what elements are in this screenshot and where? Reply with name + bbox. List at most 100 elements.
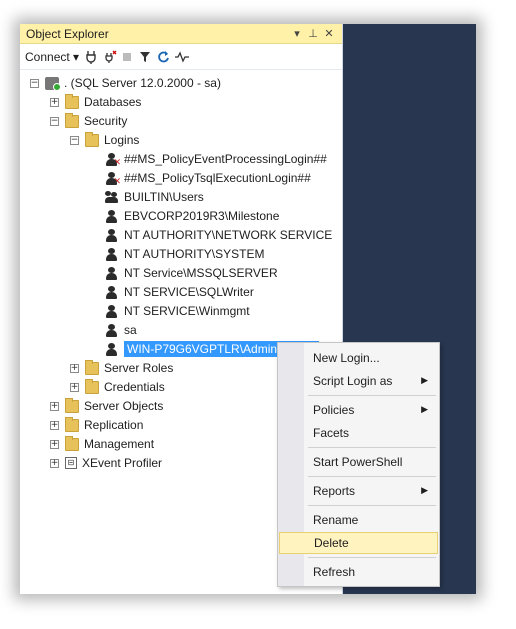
tree-node-replication[interactable]: + Replication <box>50 416 143 434</box>
user-icon <box>105 209 119 223</box>
login-label: NT AUTHORITY\SYSTEM <box>124 247 265 261</box>
expand-icon[interactable]: + <box>50 401 59 411</box>
dropdown-icon[interactable]: ▾ <box>290 27 304 40</box>
activity-icon[interactable] <box>175 50 190 64</box>
tree-node-credentials[interactable]: + Credentials <box>70 378 165 396</box>
collapse-icon[interactable]: − <box>30 78 39 88</box>
explorer-toolbar: Connect ▾ <box>20 44 342 70</box>
folder-icon <box>85 131 99 147</box>
login-label: NT SERVICE\Winmgmt <box>124 304 250 318</box>
expand-icon[interactable]: + <box>50 439 59 449</box>
login-item[interactable]: ✕ ##MS_PolicyEventProcessingLogin## <box>105 150 327 168</box>
user-icon <box>105 304 119 318</box>
xevent-profiler-label: XEvent Profiler <box>82 456 163 470</box>
stop-icon[interactable] <box>121 50 133 64</box>
menu-item-label: Facets <box>313 426 350 440</box>
menu-item-label: Delete <box>314 536 349 550</box>
login-label: NT SERVICE\SQLWriter <box>124 285 254 299</box>
server-objects-label: Server Objects <box>84 399 164 413</box>
expand-icon[interactable]: + <box>50 97 59 107</box>
menu-separator <box>308 557 436 558</box>
menu-item-new-login[interactable]: New Login... <box>279 347 438 369</box>
login-label: NT Service\MSSQLSERVER <box>124 266 278 280</box>
submenu-arrow-icon: ▶ <box>421 405 428 415</box>
menu-item-label: Refresh <box>313 565 356 579</box>
login-item[interactable]: sa <box>105 321 137 339</box>
disabled-user-icon: ✕ <box>105 171 121 186</box>
credentials-label: Credentials <box>104 380 165 394</box>
menu-separator <box>308 447 436 448</box>
disconnect-icon[interactable] <box>103 50 117 64</box>
menu-item-start-powershell[interactable]: Start PowerShell <box>279 451 438 473</box>
login-item[interactable]: NT AUTHORITY\NETWORK SERVICE <box>105 226 332 244</box>
menu-item-label: Start PowerShell <box>313 455 403 469</box>
context-menu: New Login... Script Login as ▶ Policies … <box>277 342 440 587</box>
tree-node-management[interactable]: + Management <box>50 435 154 453</box>
folder-icon <box>65 416 79 432</box>
panel-title-bar[interactable]: Object Explorer ▾ ⊥ ✕ <box>20 24 342 44</box>
server-roles-label: Server Roles <box>104 361 174 375</box>
user-icon <box>105 247 119 261</box>
login-label: ##MS_PolicyEventProcessingLogin## <box>124 152 327 166</box>
user-icon <box>105 342 119 356</box>
menu-item-script-login-as[interactable]: Script Login as ▶ <box>279 370 438 392</box>
expand-icon[interactable]: + <box>50 458 59 468</box>
expand-icon[interactable]: + <box>50 420 59 430</box>
connect-icon[interactable] <box>85 50 97 64</box>
expand-icon[interactable]: + <box>70 382 79 392</box>
menu-item-label: Reports <box>313 484 356 498</box>
login-item[interactable]: BUILTIN\Users <box>105 188 204 206</box>
tree-node-xevent-profiler[interactable]: + ⊟ XEvent Profiler <box>50 454 162 472</box>
submenu-arrow-icon: ▶ <box>421 486 428 496</box>
login-item[interactable]: ✕ ##MS_PolicyTsqlExecutionLogin## <box>105 169 311 187</box>
menu-separator <box>308 505 436 506</box>
folder-icon <box>65 93 79 109</box>
user-icon <box>105 323 119 337</box>
login-label: ##MS_PolicyTsqlExecutionLogin## <box>124 171 311 185</box>
folder-icon <box>85 378 99 394</box>
menu-separator <box>308 395 436 396</box>
login-item[interactable]: EBVCORP2019R3\Milestone <box>105 207 279 225</box>
tree-node-databases[interactable]: + Databases <box>50 93 141 111</box>
close-icon[interactable]: ✕ <box>322 27 336 40</box>
filter-icon[interactable] <box>139 50 151 64</box>
submenu-arrow-icon: ▶ <box>421 376 428 386</box>
menu-item-refresh[interactable]: Refresh <box>279 561 438 583</box>
tree-node-server-objects[interactable]: + Server Objects <box>50 397 163 415</box>
user-icon <box>105 285 119 299</box>
login-item[interactable]: NT SERVICE\Winmgmt <box>105 302 250 320</box>
connect-button[interactable]: Connect ▾ <box>25 50 79 64</box>
security-label: Security <box>84 114 128 128</box>
tree-node-server[interactable]: − . (SQL Server 12.0.2000 - sa) <box>30 74 221 92</box>
menu-item-policies[interactable]: Policies ▶ <box>279 399 438 421</box>
folder-icon <box>65 435 79 451</box>
server-label: . (SQL Server 12.0.2000 - sa) <box>64 76 221 90</box>
login-item[interactable]: NT AUTHORITY\SYSTEM <box>105 245 264 263</box>
menu-item-label: Rename <box>313 513 359 527</box>
folder-icon <box>85 359 99 375</box>
tree-node-logins[interactable]: − Logins <box>70 131 139 149</box>
menu-separator <box>308 476 436 477</box>
folder-icon <box>65 397 79 413</box>
folder-icon <box>65 112 79 128</box>
menu-item-rename[interactable]: Rename <box>279 509 438 531</box>
tree-node-server-roles[interactable]: + Server Roles <box>70 359 173 377</box>
user-icon <box>105 228 119 242</box>
collapse-icon[interactable]: − <box>50 116 59 126</box>
menu-item-label: New Login... <box>313 351 380 365</box>
menu-item-facets[interactable]: Facets <box>279 422 438 444</box>
collapse-icon[interactable]: − <box>70 135 79 145</box>
tree-node-security[interactable]: − Security <box>50 112 127 130</box>
pin-icon[interactable]: ⊥ <box>306 27 320 40</box>
login-label: BUILTIN\Users <box>124 190 204 204</box>
xevent-icon: ⊟ <box>65 457 77 469</box>
refresh-icon[interactable] <box>157 50 169 64</box>
menu-item-reports[interactable]: Reports ▶ <box>279 480 438 502</box>
login-item[interactable]: NT SERVICE\SQLWriter <box>105 283 254 301</box>
menu-item-label: Policies <box>313 403 355 417</box>
login-item[interactable]: NT Service\MSSQLSERVER <box>105 264 278 282</box>
menu-item-delete[interactable]: Delete <box>279 532 438 554</box>
group-icon <box>105 190 119 204</box>
expand-icon[interactable]: + <box>70 363 79 373</box>
login-label: NT AUTHORITY\NETWORK SERVICE <box>124 228 333 242</box>
